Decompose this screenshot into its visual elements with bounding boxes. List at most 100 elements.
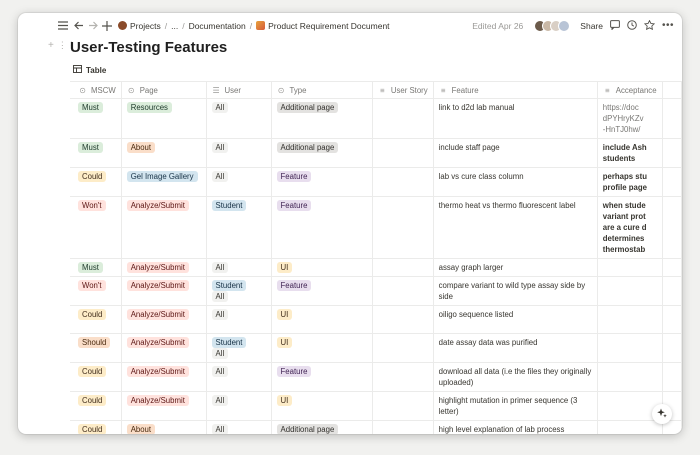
user-cell[interactable]: All [205, 167, 272, 197]
table-row[interactable]: Won't Analyze/Submit Student Feature thermo … [70, 196, 682, 259]
page-cell[interactable]: Analyze/Submit [120, 333, 207, 363]
column-header-feature[interactable]: ≡ Feature [432, 81, 598, 99]
user-cell[interactable]: Student [205, 196, 272, 259]
user-story-cell[interactable] [371, 333, 434, 363]
breadcrumb-documentation[interactable]: Documentation [189, 21, 246, 31]
feature-cell[interactable]: oiligo sequence listed [432, 305, 598, 334]
column-header-type[interactable]: ⊙ Type [270, 81, 373, 99]
user-story-cell[interactable] [371, 167, 434, 197]
type-cell[interactable]: UI [270, 391, 373, 421]
user-story-cell[interactable] [371, 305, 434, 334]
forward-arrow-icon[interactable] [86, 19, 100, 33]
acceptance-cell[interactable]: perhaps stu profile page [596, 167, 663, 197]
avatar-group[interactable] [534, 19, 571, 32]
acceptance-cell[interactable] [596, 333, 663, 363]
mscw-cell[interactable]: Could [70, 420, 122, 434]
back-arrow-icon[interactable] [72, 19, 86, 33]
user-cell[interactable]: StudentAll [205, 333, 272, 363]
clock-icon[interactable] [627, 19, 637, 32]
more-options-icon[interactable]: ••• [662, 20, 674, 31]
acceptance-cell[interactable] [596, 276, 663, 306]
page-cell[interactable]: Analyze/Submit [120, 258, 207, 277]
user-story-cell[interactable] [371, 391, 434, 421]
table-row[interactable]: Must Analyze/Submit All UI assay graph large… [70, 258, 682, 277]
breadcrumb-ellipsis[interactable]: ... [171, 21, 178, 31]
feature-cell[interactable]: download all data (i.e the files they or… [432, 362, 598, 392]
table-row[interactable]: Could About All Additional page high level e… [70, 420, 682, 434]
page-cell[interactable]: Analyze/Submit [120, 391, 207, 421]
user-cell[interactable]: All [205, 138, 272, 168]
user-story-cell[interactable] [371, 362, 434, 392]
ai-assistant-button[interactable] [652, 404, 672, 424]
page-cell[interactable]: Gel Image Gallery [120, 167, 207, 197]
column-header-user-story[interactable]: ≡ User Story [371, 81, 434, 99]
user-story-cell[interactable] [371, 420, 434, 434]
acceptance-cell[interactable] [596, 305, 663, 334]
type-cell[interactable]: UI [270, 258, 373, 277]
feature-cell[interactable]: highlight mutation in primer sequence (3… [432, 391, 598, 421]
table-row[interactable]: Won't Analyze/Submit StudentAll Feature comp… [70, 276, 682, 306]
page-cell[interactable]: Analyze/Submit [120, 362, 207, 392]
acceptance-cell[interactable]: https://doc dPYHryKZv -HnTJ0hw/ [596, 98, 663, 139]
table-row[interactable]: Should Analyze/Submit StudentAll UI date ass… [70, 333, 682, 363]
column-header-user[interactable]: ☰ User [205, 81, 272, 99]
user-story-cell[interactable] [371, 258, 434, 277]
acceptance-cell[interactable] [596, 258, 663, 277]
breadcrumb-projects[interactable]: Projects [118, 21, 161, 31]
mscw-cell[interactable]: Must [70, 138, 122, 168]
mscw-cell[interactable]: Won't [70, 276, 122, 306]
acceptance-cell[interactable]: include Ash students [596, 138, 663, 168]
acceptance-cell[interactable] [596, 420, 663, 434]
mscw-cell[interactable]: Could [70, 362, 122, 392]
user-cell[interactable]: All [205, 258, 272, 277]
page-title[interactable]: User-Testing Features [70, 39, 227, 56]
type-cell[interactable]: UI [270, 305, 373, 334]
user-cell[interactable]: StudentAll [205, 276, 272, 306]
share-button[interactable]: Share [580, 21, 603, 31]
type-cell[interactable]: Feature [270, 362, 373, 392]
table-row[interactable]: Could Analyze/Submit All UI highlight mutati… [70, 391, 682, 421]
breadcrumb-prd[interactable]: Product Requirement Document [256, 21, 390, 31]
type-cell[interactable]: Additional page [270, 98, 373, 139]
user-story-cell[interactable] [371, 276, 434, 306]
page-cell[interactable]: About [120, 138, 207, 168]
table-row[interactable]: Must About All Additional page include staff… [70, 138, 682, 168]
user-story-cell[interactable] [371, 138, 434, 168]
star-icon[interactable] [643, 19, 656, 32]
user-cell[interactable]: All [205, 362, 272, 392]
user-cell[interactable]: All [205, 391, 272, 421]
user-story-cell[interactable] [371, 98, 434, 139]
user-cell[interactable]: All [205, 98, 272, 139]
feature-cell[interactable]: date assay data was purified [432, 333, 598, 363]
menu-icon[interactable] [56, 19, 70, 33]
mscw-cell[interactable]: Could [70, 167, 122, 197]
new-page-plus-icon[interactable] [100, 19, 114, 33]
feature-cell[interactable]: thermo heat vs thermo fluorescent label [432, 196, 598, 259]
feature-cell[interactable]: include staff page [432, 138, 598, 168]
column-header-mscw[interactable]: ⊙ MSCW [70, 81, 122, 99]
feature-cell[interactable]: lab vs cure class column [432, 167, 598, 197]
mscw-cell[interactable]: Must [70, 258, 122, 277]
user-cell[interactable]: All [205, 305, 272, 334]
feature-cell[interactable]: compare variant to wild type assay side … [432, 276, 598, 306]
feature-cell[interactable]: assay graph larger [432, 258, 598, 277]
mscw-cell[interactable]: Must [70, 98, 122, 139]
type-cell[interactable]: Feature [270, 167, 373, 197]
view-tab-table[interactable]: Table [73, 65, 106, 75]
page-cell[interactable]: Analyze/Submit [120, 276, 207, 306]
comment-icon[interactable] [610, 19, 620, 32]
acceptance-cell[interactable]: when stude variant prot are a cure d determ… [596, 196, 663, 259]
acceptance-cell[interactable] [596, 362, 663, 392]
type-cell[interactable]: Additional page [270, 138, 373, 168]
mscw-cell[interactable]: Could [70, 305, 122, 334]
mscw-cell[interactable]: Should [70, 333, 122, 363]
table-row[interactable]: Could Gel Image Gallery All Feature lab vs c… [70, 167, 682, 197]
type-cell[interactable]: Feature [270, 196, 373, 259]
page-cell[interactable]: Resources [120, 98, 207, 139]
user-cell[interactable]: All [205, 420, 272, 434]
feature-cell[interactable]: high level explanation of lab process [432, 420, 598, 434]
mscw-cell[interactable]: Won't [70, 196, 122, 259]
type-cell[interactable]: UI [270, 333, 373, 363]
table-row[interactable]: Could Analyze/Submit All Feature download al… [70, 362, 682, 392]
type-cell[interactable]: Feature [270, 276, 373, 306]
